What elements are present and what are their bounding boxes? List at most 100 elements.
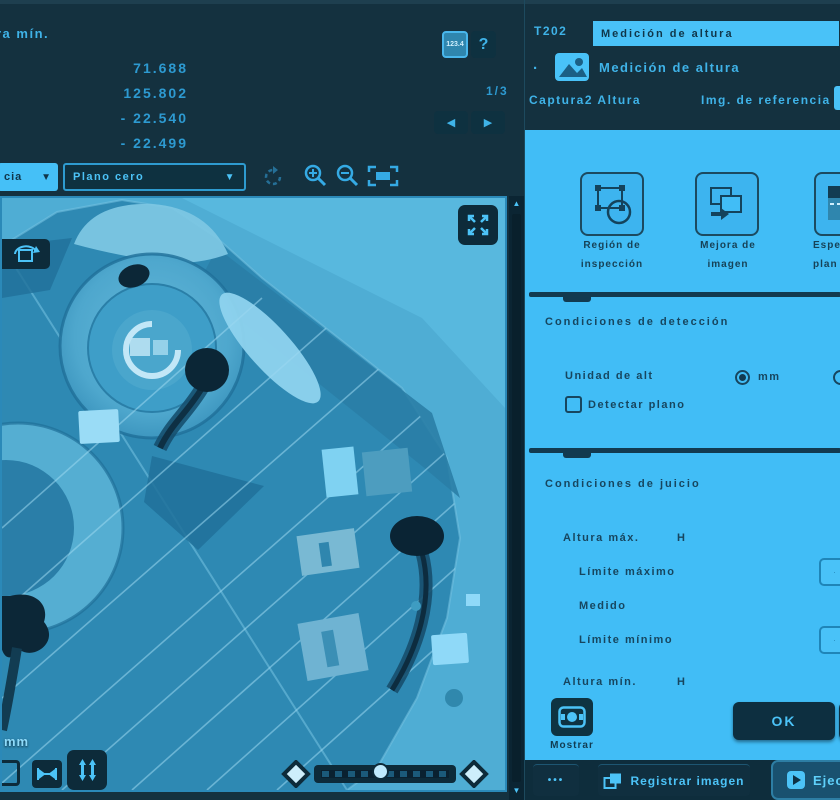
region-inspection-icon bbox=[590, 182, 634, 226]
scale-unit-label: mm bbox=[4, 734, 29, 749]
measured-label: Medido bbox=[579, 600, 627, 612]
rotate-icon bbox=[261, 165, 285, 189]
prev-icon: ◀ bbox=[447, 116, 455, 129]
scale-box-fragment bbox=[0, 760, 20, 786]
fit-view-icon bbox=[365, 163, 401, 189]
min-limit-input[interactable]: ··· bbox=[819, 626, 840, 654]
panel-bottom-bar: ••• Registrar imagen Ejec bbox=[525, 760, 840, 800]
viewer-scrollbar[interactable]: ▲ ▼ bbox=[509, 196, 524, 800]
plane-dropdown-value: Plano cero bbox=[73, 171, 144, 183]
unit-mm-radio[interactable] bbox=[735, 370, 750, 385]
height-range-high-marker[interactable] bbox=[458, 760, 490, 790]
display-icon bbox=[558, 706, 586, 728]
image-enhance-caption: Mejora de imagen bbox=[683, 236, 773, 274]
height-range-low-marker[interactable] bbox=[280, 760, 312, 790]
result-label-fragment: ra mín. bbox=[0, 26, 49, 41]
execute-button[interactable]: Ejec bbox=[771, 760, 840, 800]
expand-icon bbox=[465, 212, 491, 238]
settings-body: Región de inspección Mejora de imagen Z … bbox=[525, 130, 840, 760]
unit-label: Unidad de alt bbox=[565, 370, 654, 382]
reference-image-dropdown[interactable]: cia ▼ bbox=[0, 163, 58, 191]
show-button[interactable] bbox=[551, 698, 593, 736]
register-image-label: Registrar imagen bbox=[630, 774, 744, 788]
slider-thumb[interactable] bbox=[372, 763, 389, 780]
specify-plane-caption: Espec plan bbox=[813, 236, 840, 274]
measurement-value: 71.688 bbox=[0, 56, 188, 81]
min-height-label: Altura mín. bbox=[563, 676, 637, 688]
diamond-low-icon bbox=[281, 760, 311, 788]
ellipsis-icon: ••• bbox=[548, 775, 565, 786]
chevron-down-icon: ▼ bbox=[225, 172, 236, 183]
up-down-arrows-icon bbox=[73, 758, 101, 782]
register-image-icon bbox=[603, 772, 623, 790]
caption-line: Región de bbox=[567, 236, 657, 255]
unit-alt-radio[interactable] bbox=[833, 370, 840, 385]
next-icon: ▶ bbox=[484, 116, 492, 129]
scan-image bbox=[2, 198, 505, 790]
tool-settings-panel: T202 · Medición de altura Captura2 Altur… bbox=[524, 0, 840, 800]
next-page-button[interactable]: ▶ bbox=[471, 111, 505, 134]
register-image-button[interactable]: Registrar imagen bbox=[598, 764, 750, 796]
height-threshold-slider[interactable] bbox=[314, 765, 456, 783]
show-button-caption: Mostrar bbox=[539, 740, 605, 751]
image-enhance-icon bbox=[705, 182, 749, 226]
app-window: ra mín. 71.688 125.802 - 22.540 - 22.499… bbox=[0, 0, 840, 800]
tool-thumbnail-icon bbox=[555, 53, 589, 81]
min-limit-label: Límite mínimo bbox=[579, 634, 673, 646]
more-options-button[interactable]: ••• bbox=[533, 764, 579, 796]
divider-grip[interactable] bbox=[563, 297, 591, 302]
scroll-down-arrow[interactable]: ▼ bbox=[509, 786, 524, 795]
play-icon bbox=[787, 771, 805, 789]
diamond-high-icon bbox=[459, 760, 489, 788]
scrollbar-track[interactable] bbox=[512, 214, 521, 782]
numeric-display-button[interactable]: 123.4 bbox=[442, 31, 468, 58]
reference-toggle-fragment[interactable] bbox=[834, 86, 840, 110]
specify-plane-button[interactable]: Z bbox=[814, 172, 840, 236]
height-adjust-button[interactable] bbox=[67, 750, 107, 790]
rotate-view-button[interactable] bbox=[260, 165, 286, 191]
ruler-icon bbox=[35, 766, 59, 782]
tool-name-label: Medición de altura bbox=[599, 60, 740, 75]
measurement-values: 71.688 125.802 - 22.540 - 22.499 bbox=[0, 56, 188, 156]
scan-viewport[interactable]: mm bbox=[0, 196, 507, 792]
min-height-suffix: H bbox=[677, 676, 686, 688]
detect-plane-label: Detectar plano bbox=[588, 399, 685, 411]
zoom-out-icon bbox=[335, 163, 361, 189]
execute-label: Ejec bbox=[813, 773, 840, 788]
fit-view-button[interactable] bbox=[363, 163, 403, 191]
judgment-heading: Condiciones de juicio bbox=[545, 478, 701, 490]
prev-page-button[interactable]: ◀ bbox=[434, 111, 468, 134]
tool-id-label: T202 bbox=[534, 24, 567, 38]
ok-button[interactable]: OK bbox=[733, 702, 835, 740]
region-inspection-button[interactable] bbox=[580, 172, 644, 236]
max-limit-input[interactable]: ··· bbox=[819, 558, 840, 586]
caption-line: plan bbox=[813, 255, 840, 274]
region-inspection-caption: Región de inspección bbox=[567, 236, 657, 274]
help-button[interactable]: ? bbox=[471, 31, 496, 58]
measurement-value: 125.802 bbox=[0, 81, 188, 106]
reference-dropdown-value: cia bbox=[4, 171, 22, 183]
divider-grip[interactable] bbox=[563, 453, 591, 458]
fullscreen-button[interactable] bbox=[458, 205, 498, 245]
reference-image-label: Img. de referencia bbox=[701, 93, 831, 107]
max-limit-label: Límite máximo bbox=[579, 566, 676, 578]
page-indicator: 1/3 bbox=[486, 84, 509, 98]
measurement-value: - 22.540 bbox=[0, 106, 188, 131]
detect-plane-checkbox[interactable] bbox=[565, 396, 582, 413]
plane-dropdown[interactable]: Plano cero ▼ bbox=[63, 163, 246, 191]
caption-line: Mejora de bbox=[683, 236, 773, 255]
image-enhance-button[interactable] bbox=[695, 172, 759, 236]
zoom-in-button[interactable] bbox=[301, 163, 331, 191]
zoom-out-button[interactable] bbox=[333, 163, 363, 191]
tool-title-input[interactable] bbox=[593, 21, 839, 46]
caption-line: imagen bbox=[683, 255, 773, 274]
specify-plane-icon: Z bbox=[824, 182, 840, 226]
tool-bullet: · bbox=[533, 60, 540, 77]
rotate-3d-button[interactable] bbox=[2, 239, 50, 269]
scroll-up-arrow[interactable]: ▲ bbox=[509, 199, 524, 208]
measurement-value: - 22.499 bbox=[0, 131, 188, 156]
chevron-down-icon: ▼ bbox=[41, 172, 52, 183]
max-height-label: Altura máx. bbox=[563, 532, 639, 544]
caption-line: inspección bbox=[567, 255, 657, 274]
measure-range-button[interactable] bbox=[32, 760, 62, 788]
